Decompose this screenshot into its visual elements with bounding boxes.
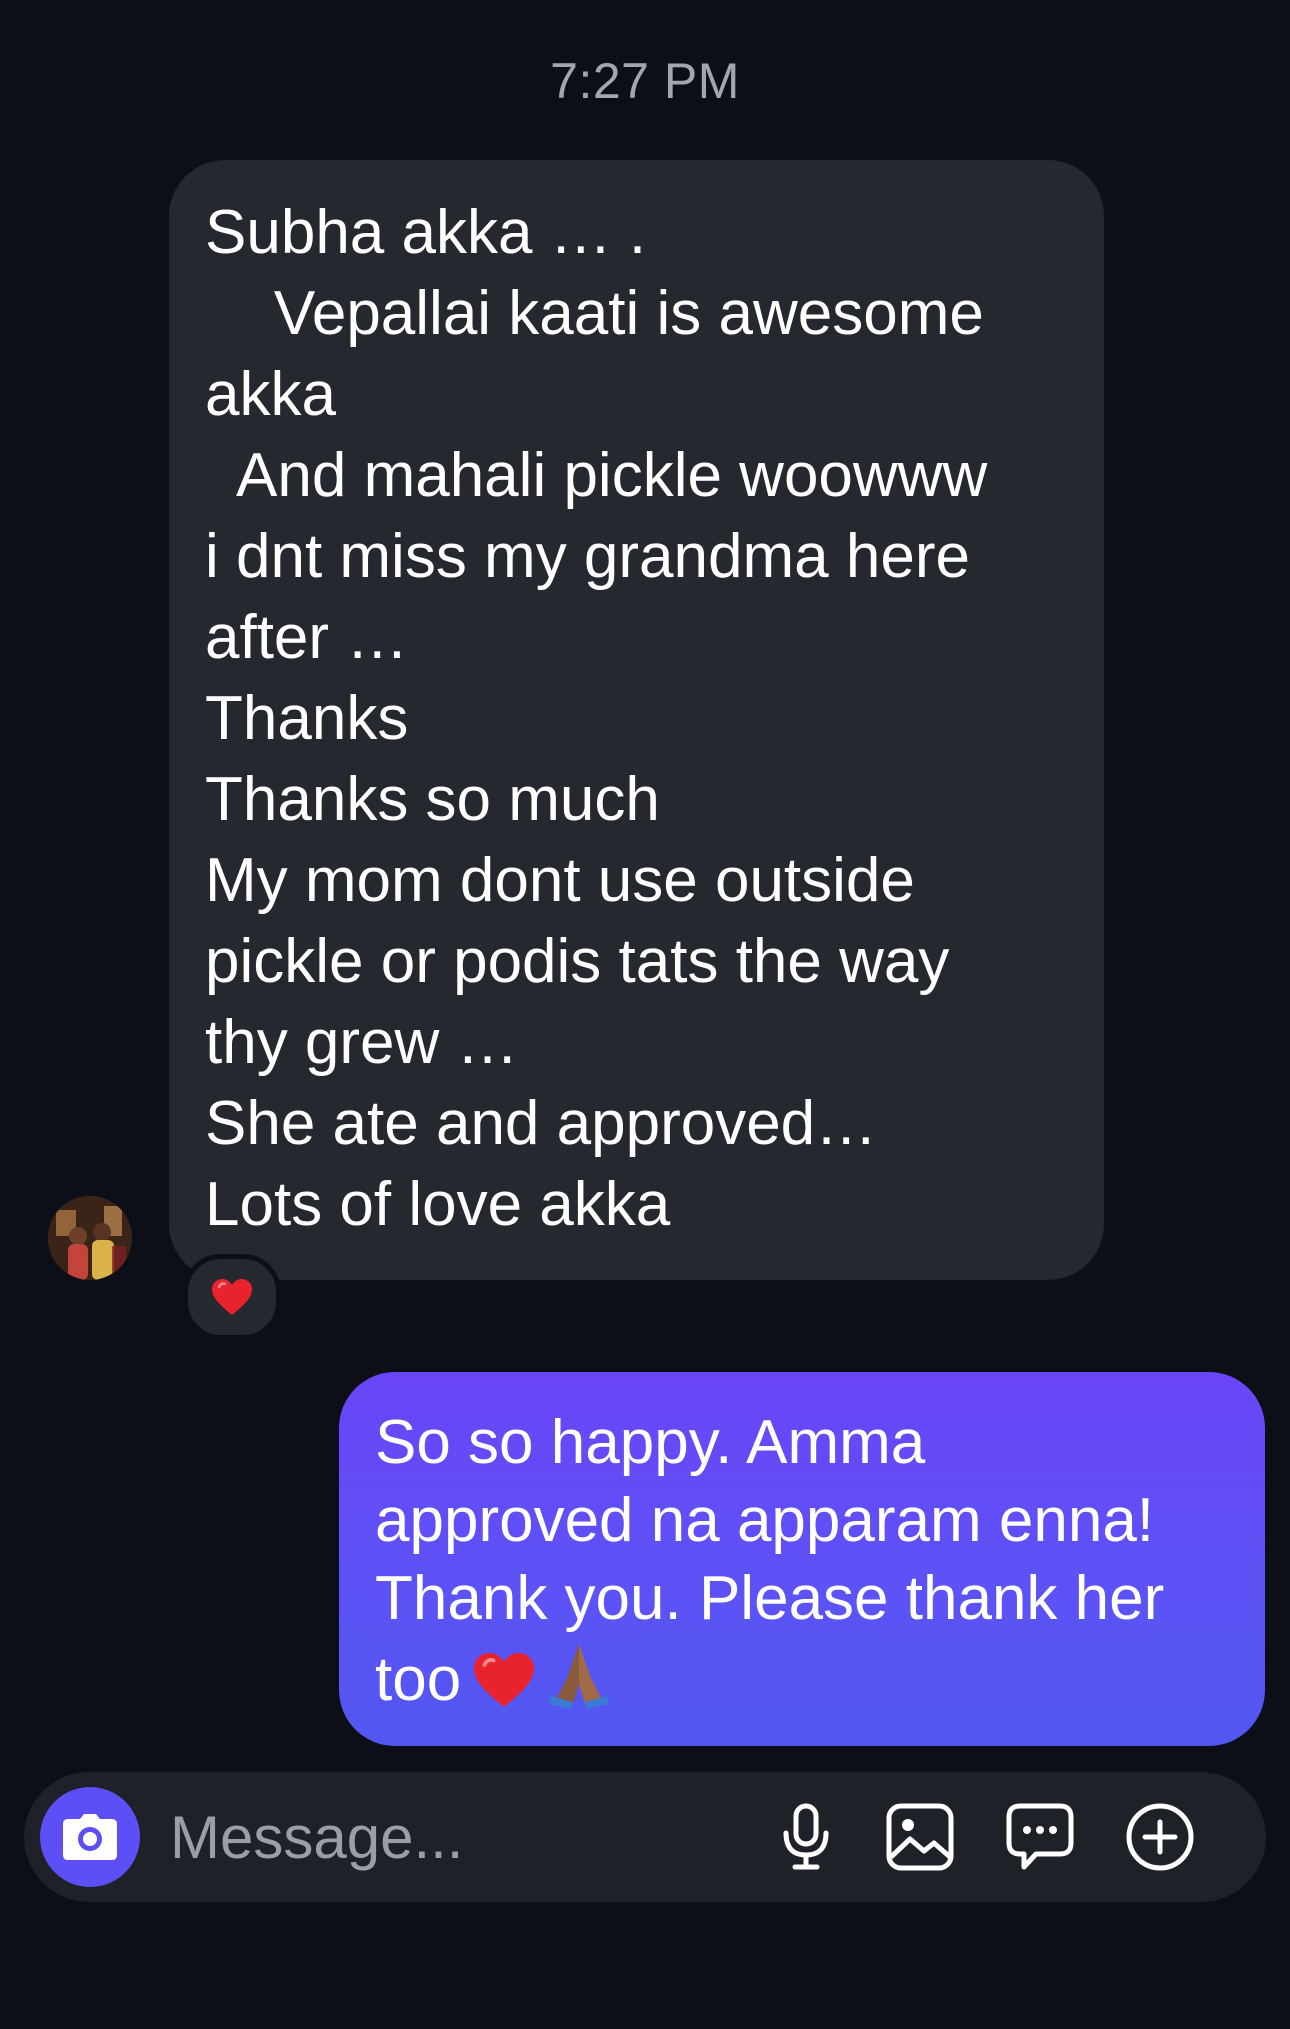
message-line: Thanks so much <box>205 765 660 834</box>
message-line: Lots of love akka <box>205 1170 671 1239</box>
gallery-icon <box>886 1803 954 1871</box>
gallery-button[interactable] <box>884 1801 956 1873</box>
outgoing-message-bubble[interactable]: So so happy. Amma approved na apparam en… <box>339 1372 1265 1746</box>
plus-icon <box>1126 1803 1194 1871</box>
red-heart-icon <box>471 1650 537 1729</box>
timestamp: 7:27 PM <box>550 53 740 109</box>
message-line: Thank you. Please thank her <box>375 1564 1165 1633</box>
message-input[interactable] <box>170 1772 620 1902</box>
message-line: after … <box>205 603 409 672</box>
message-line: Vepallai kaati is awesome <box>205 279 984 348</box>
message-composer <box>24 1772 1266 1902</box>
camera-button[interactable] <box>40 1787 140 1887</box>
sticker-button[interactable] <box>1004 1801 1076 1873</box>
message-text: too <box>375 1645 462 1714</box>
message-line: She ate and approved… <box>205 1089 878 1158</box>
camera-icon <box>63 1814 117 1860</box>
folded-hands-icon <box>543 1638 615 1729</box>
message-line-with-emoji: too <box>375 1638 1229 1729</box>
more-button[interactable] <box>1124 1801 1196 1873</box>
message-line: approved na apparam enna! <box>375 1486 1155 1555</box>
message-line: Subha akka … . <box>205 198 647 267</box>
message-line: And mahali pickle woowww <box>205 441 988 510</box>
microphone-icon <box>783 1803 829 1870</box>
message-line: My mom dont use outside <box>205 846 915 915</box>
incoming-message-bubble[interactable]: Subha akka … . Vepallai kaati is awesome… <box>169 160 1104 1280</box>
sender-avatar[interactable] <box>48 1196 132 1280</box>
message-line: Thanks <box>205 684 409 753</box>
message-line: pickle or podis tats the way <box>205 927 950 996</box>
sticker-icon <box>1006 1803 1074 1870</box>
microphone-button[interactable] <box>770 1801 842 1873</box>
message-line: akka <box>205 360 336 429</box>
heart-reaction[interactable] <box>183 1254 281 1340</box>
heart-icon <box>212 1279 252 1315</box>
message-line: So so happy. Amma <box>375 1408 926 1477</box>
message-line: i dnt miss my grandma here <box>205 522 970 591</box>
message-line: thy grew … <box>205 1008 519 1077</box>
